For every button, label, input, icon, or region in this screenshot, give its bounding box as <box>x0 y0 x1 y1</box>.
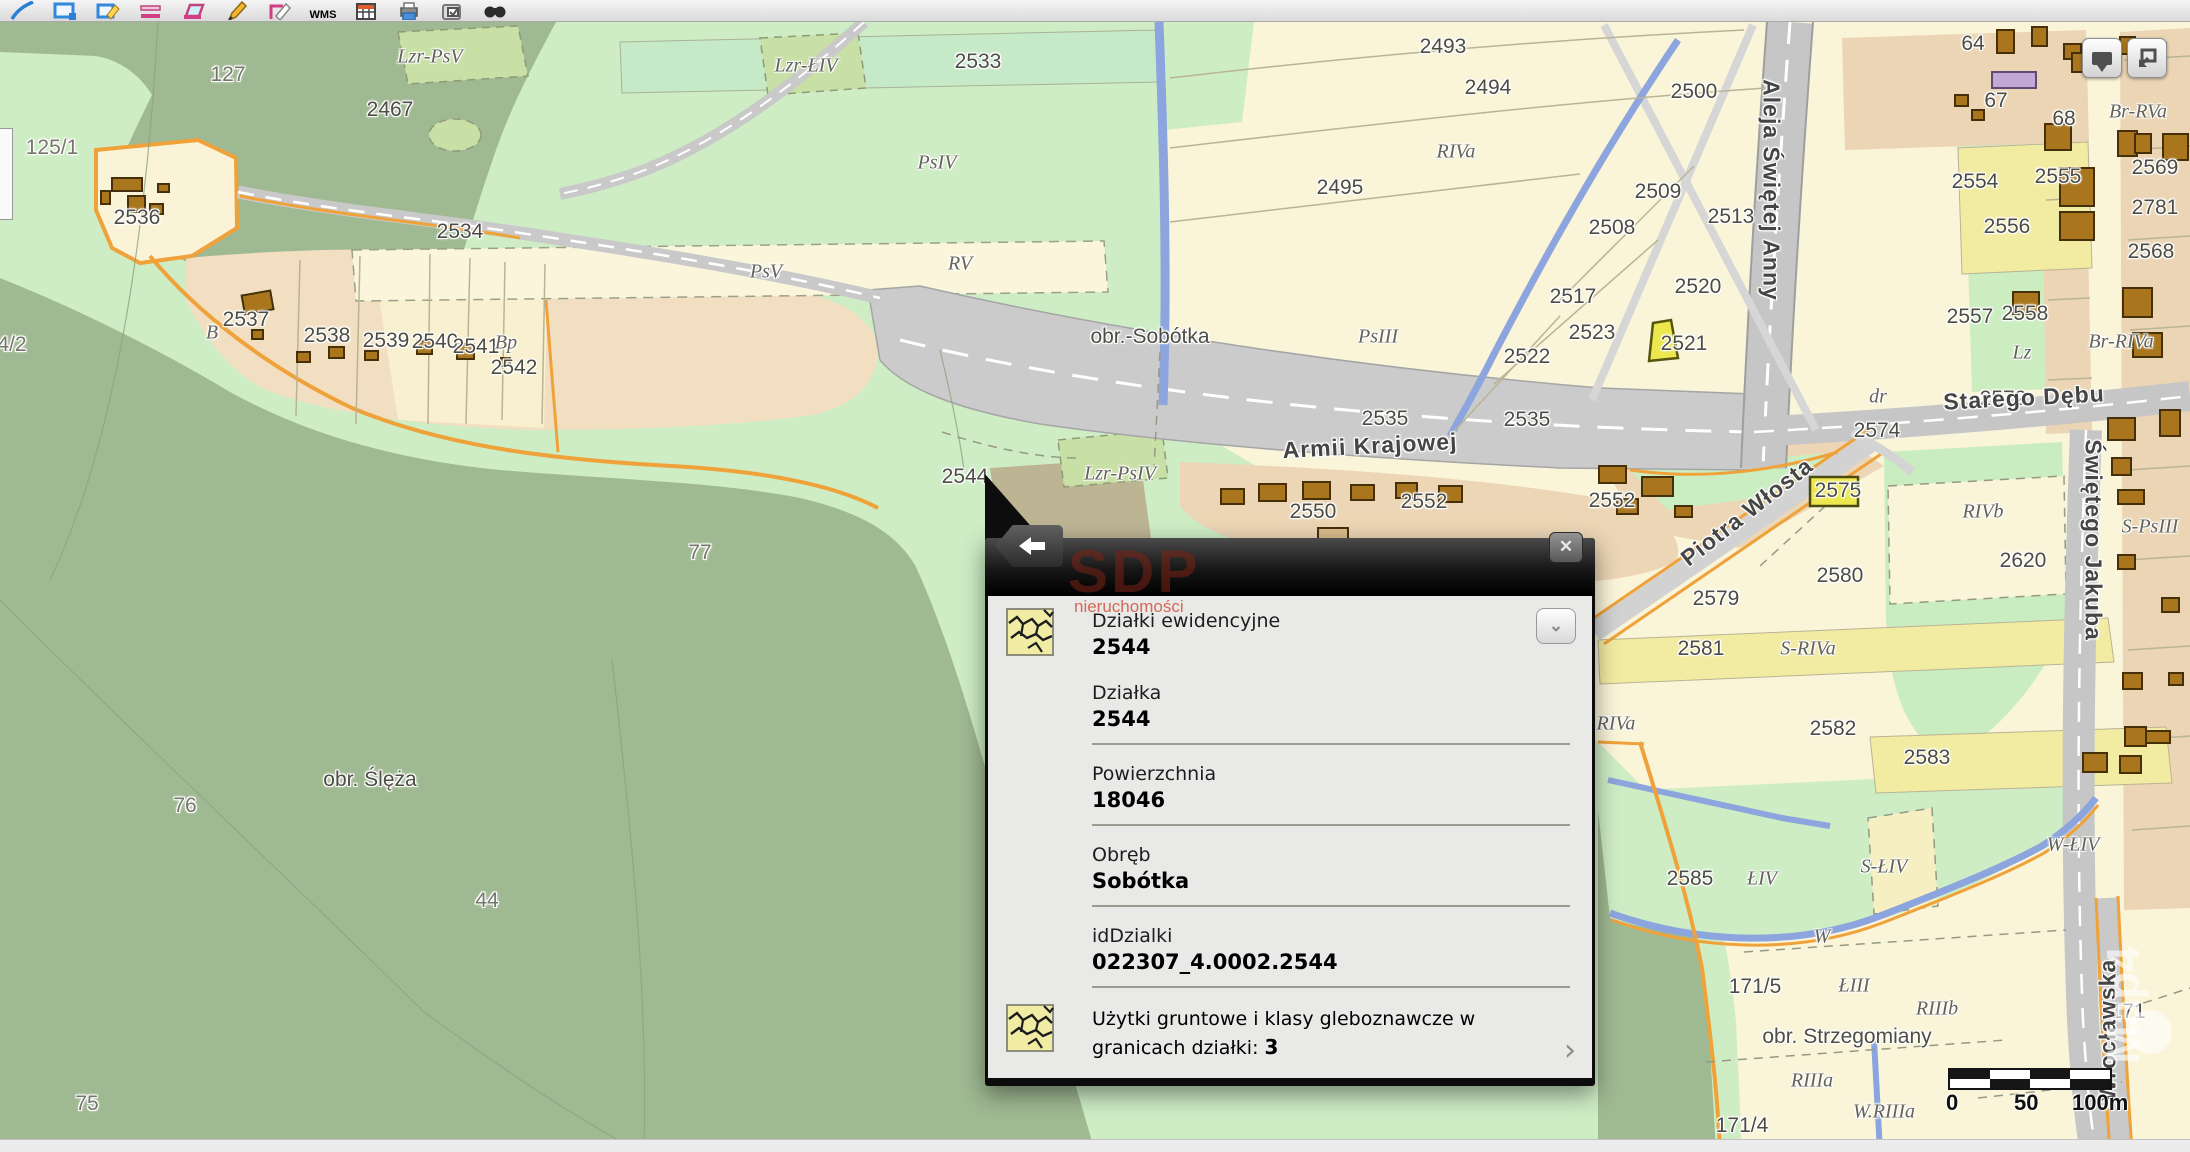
table-icon <box>354 1 378 20</box>
draw-line-icon <box>10 1 34 20</box>
back-arrow-icon <box>1017 535 1047 557</box>
wms-label: WMS <box>310 9 337 20</box>
scale-bar-graphic <box>1948 1068 2112 1090</box>
popup-field-label: Działka <box>1092 682 1576 704</box>
toolbar: WMS <box>0 0 2190 22</box>
speech-bubble-icon <box>2092 52 2112 65</box>
measure-lines-tool[interactable] <box>137 0 165 20</box>
feedback-bubble-button[interactable] <box>2082 38 2122 78</box>
printer-icon <box>397 1 421 20</box>
popup-rows: Działki ewidencyjne2544⌄Działka2544Powie… <box>988 596 1592 1069</box>
pink-lines-icon <box>139 1 163 20</box>
popup-row: Działka 2544 <box>988 668 1592 739</box>
edit-polygon-icon <box>268 1 292 20</box>
popup-field-value: 022307_4.0002.2544 <box>1092 950 1576 974</box>
scale-tick-50: 50 <box>2014 1090 2038 1116</box>
pencil-icon <box>225 1 249 20</box>
edit-geometry-tool[interactable] <box>266 0 294 20</box>
rectangle-pencil-icon <box>96 1 120 20</box>
popup-row: Obręb Sobótka <box>988 830 1592 901</box>
attribute-table-tool[interactable] <box>352 0 380 20</box>
popup-field-value: Sobótka <box>1092 869 1576 893</box>
select-rectangle-tool[interactable] <box>51 0 79 20</box>
popup-row: Powierzchnia 18046 <box>988 749 1592 820</box>
popup-field-value: 2544 <box>1092 707 1576 731</box>
popup-field-label: Powierzchnia <box>1092 763 1576 785</box>
popup-field-value: 2544 <box>1092 635 1536 659</box>
collapse-attributes-button[interactable]: ⌄ <box>1536 608 1576 644</box>
popup-field-label: Działki ewidencyjne <box>1092 610 1536 632</box>
wms-tool[interactable]: WMS <box>309 0 337 20</box>
popup-field-value: 3 <box>1265 1035 1279 1059</box>
popup-field-label: Użytki gruntowe i klasy gleboznawcze w g… <box>1092 1006 1558 1061</box>
popup-row: idDzialki 022307_4.0002.2544 <box>988 911 1592 982</box>
binoculars-icon <box>483 1 507 20</box>
scale-bar: 0 50 100m <box>1948 1068 2118 1114</box>
app-window: 127125/14/225362467Lzr-PsV2534B253725382… <box>0 0 2190 1152</box>
popup-field-value: 18046 <box>1092 788 1576 812</box>
close-popup-button[interactable]: ✕ <box>1549 532 1583 563</box>
checkbox-icon <box>440 1 464 20</box>
popup-body: Działki ewidencyjne2544⌄Działka2544Powie… <box>988 596 1592 1078</box>
chevron-right-icon: › <box>1564 1041 1576 1061</box>
popup-row: Działki ewidencyjne 2544⌄ <box>988 596 1592 668</box>
edit-rectangle-tool[interactable] <box>94 0 122 20</box>
measure-area-tool[interactable] <box>180 0 208 20</box>
search-binoculars-tool[interactable] <box>481 0 509 20</box>
extent-window-icon <box>2136 47 2158 69</box>
zoom-slider[interactable] <box>0 128 13 220</box>
pink-area-icon <box>182 1 206 20</box>
feature-info-popup: ✕ Działki ewidencyjne2544⌄Działka2544Pow… <box>985 538 1595 1086</box>
select-features-tool[interactable] <box>438 0 466 20</box>
draw-line-tool[interactable] <box>8 0 36 20</box>
layer-thumbnail-icon <box>1006 608 1054 656</box>
print-tool[interactable] <box>395 0 423 20</box>
previous-extent-button[interactable] <box>2127 38 2167 78</box>
map-viewport[interactable]: 127125/14/225362467Lzr-PsV2534B253725382… <box>0 0 2190 1152</box>
popup-field-label: idDzialki <box>1092 925 1576 947</box>
rectangle-icon <box>53 1 77 20</box>
pencil-tool[interactable] <box>223 0 251 20</box>
popup-link-row[interactable]: Użytki gruntowe i klasy gleboznawcze w g… <box>988 992 1592 1069</box>
scale-tick-0: 0 <box>1946 1090 1958 1116</box>
scale-tick-100: 100m <box>2072 1090 2128 1116</box>
popup-header: ✕ <box>985 538 1595 596</box>
bottom-bar <box>0 1139 2190 1152</box>
popup-field-label: Obręb <box>1092 844 1576 866</box>
layer-thumbnail-icon <box>1006 1004 1054 1052</box>
